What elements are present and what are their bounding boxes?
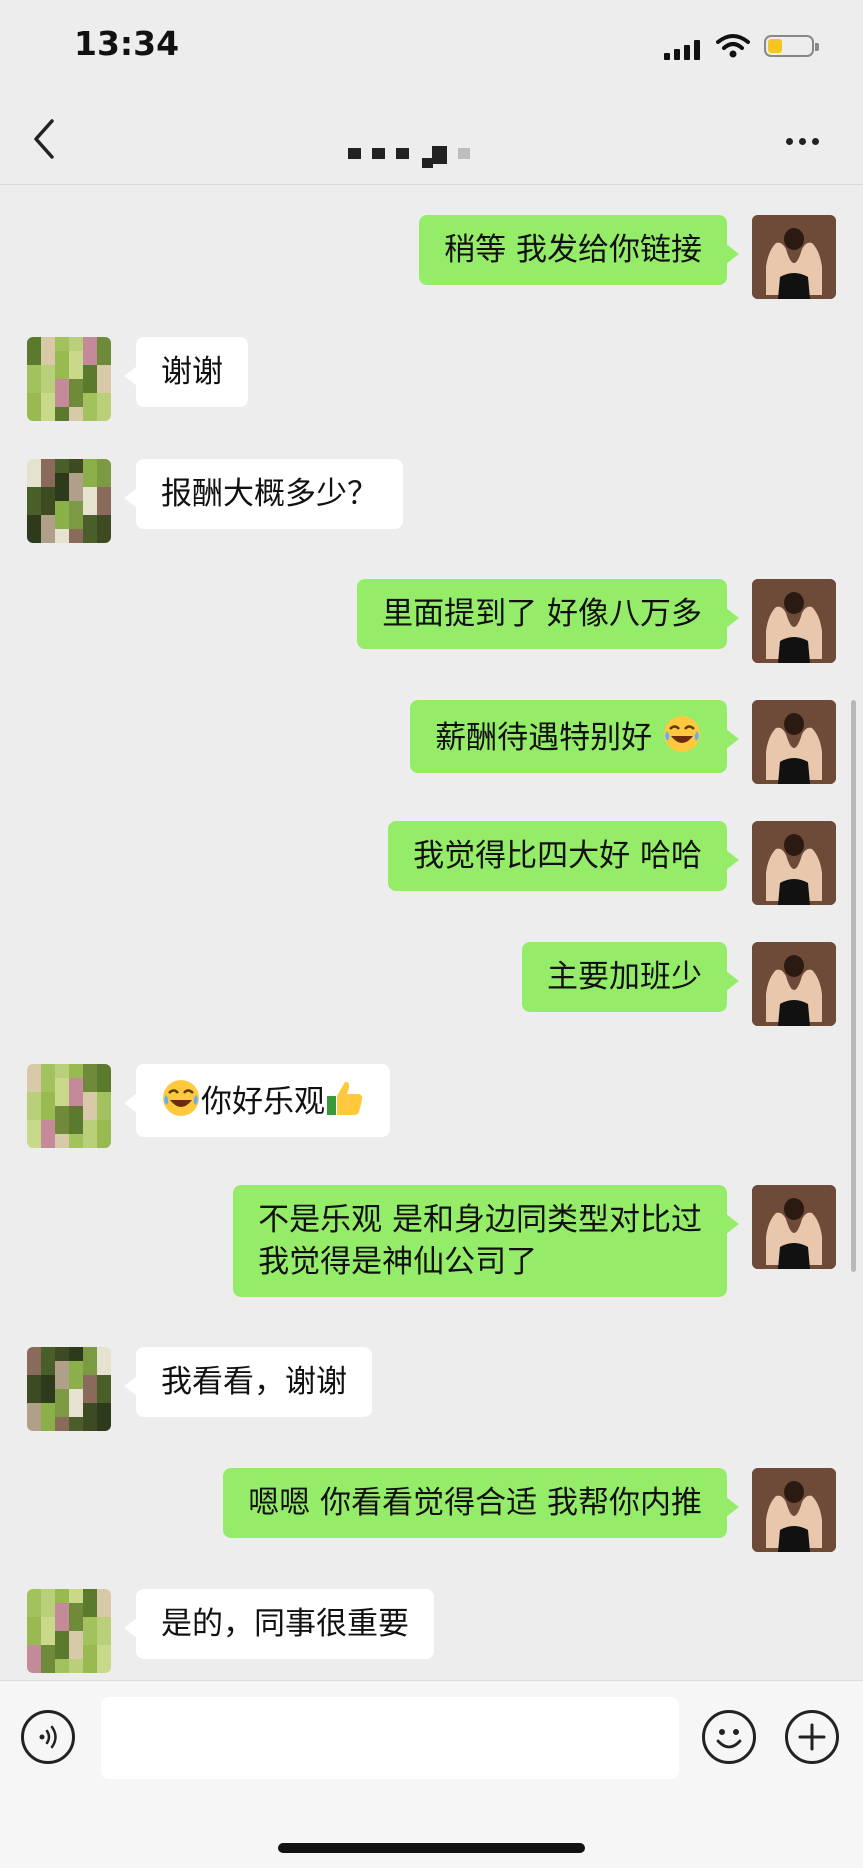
outgoing-message-bubble[interactable]: 稍等 我发给你链接 [419, 215, 739, 285]
chat-header [0, 100, 863, 185]
my-avatar[interactable] [752, 1185, 836, 1269]
message-list[interactable]: 稍等 我发给你链接 谢谢 报酬大概多少？ 里面提到了 好像八万多 薪酬待遇特别好… [0, 185, 863, 1680]
outgoing-message-bubble[interactable]: 不是乐观 是和身边同类型对比过 我觉得是神仙公司了 [233, 1185, 739, 1297]
contact-avatar[interactable] [27, 1064, 111, 1148]
outgoing-message-bubble[interactable]: 主要加班少 [522, 942, 739, 1012]
outgoing-message-bubble[interactable]: 薪酬待遇特别好 [410, 700, 739, 773]
my-avatar[interactable] [752, 215, 836, 299]
contact-avatar[interactable] [27, 1347, 111, 1431]
my-avatar[interactable] [752, 579, 836, 663]
incoming-message-bubble[interactable]: 报酬大概多少？ [124, 459, 403, 529]
thumbs-up-emoji [327, 1081, 363, 1115]
message-input[interactable] [101, 1697, 679, 1779]
home-indicator[interactable] [278, 1843, 585, 1853]
outgoing-message-bubble[interactable]: 我觉得比四大好 哈哈 [388, 821, 739, 891]
incoming-message-bubble[interactable]: 你好乐观 [124, 1064, 390, 1137]
face-with-tears-of-joy-emoji [664, 716, 700, 752]
incoming-message-bubble[interactable]: 我看看，谢谢 [124, 1347, 372, 1417]
scrollbar[interactable] [851, 700, 856, 1272]
my-avatar[interactable] [752, 700, 836, 784]
my-avatar[interactable] [752, 1468, 836, 1552]
chevron-left-icon[interactable] [26, 114, 66, 164]
voice-icon[interactable] [21, 1710, 75, 1764]
outgoing-message-bubble[interactable]: 嗯嗯 你看看觉得合适 我帮你内推 [223, 1468, 739, 1538]
more-dots-icon[interactable] [778, 128, 828, 158]
my-avatar[interactable] [752, 942, 836, 1026]
contact-avatar[interactable] [27, 1589, 111, 1673]
status-time: 13:34 [74, 24, 180, 63]
battery-icon [764, 35, 819, 57]
incoming-message-bubble[interactable]: 谢谢 [124, 337, 248, 407]
outgoing-message-bubble[interactable]: 里面提到了 好像八万多 [357, 579, 739, 649]
plus-icon[interactable] [785, 1710, 839, 1764]
contact-name-redacted [340, 130, 500, 168]
incoming-message-bubble[interactable]: 是的，同事很重要 [124, 1589, 434, 1659]
input-bar [0, 1680, 863, 1868]
contact-avatar[interactable] [27, 459, 111, 543]
my-avatar[interactable] [752, 821, 836, 905]
face-with-tears-of-joy-emoji [163, 1080, 199, 1116]
wifi-icon [716, 34, 750, 58]
contact-avatar[interactable] [27, 337, 111, 421]
cellular-signal-icon [664, 40, 702, 60]
smiley-icon[interactable] [702, 1710, 756, 1764]
status-bar: 13:34 [0, 0, 863, 100]
